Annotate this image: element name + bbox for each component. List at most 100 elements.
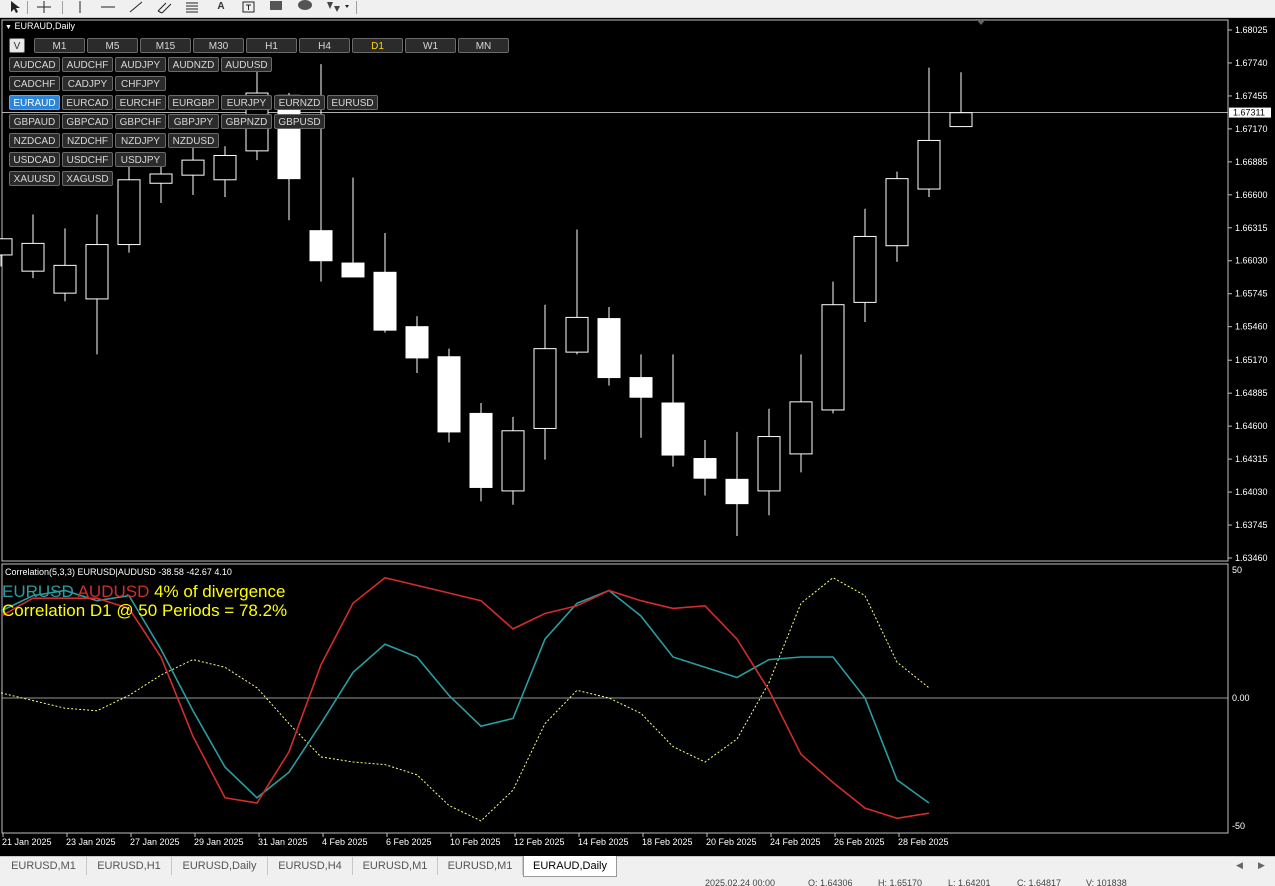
price-tick-label: 1.63745	[1235, 520, 1268, 530]
symbol-button-chfjpy[interactable]: CHFJPY	[115, 76, 166, 91]
candle[interactable]	[917, 67, 941, 198]
candle[interactable]	[693, 440, 717, 496]
chart-tab[interactable]: EURUSD,H1	[87, 857, 172, 875]
chart-tab[interactable]: EURUSD,M1	[353, 857, 438, 875]
candle[interactable]	[21, 214, 45, 279]
chart-tab[interactable]: EURUSD,M1	[438, 857, 523, 875]
symbol-button-audusd[interactable]: AUDUSD	[221, 57, 272, 72]
label-icon[interactable]	[241, 0, 257, 14]
candle[interactable]	[85, 214, 109, 355]
symbol-button-usdjpy[interactable]: USDJPY	[115, 152, 166, 167]
symbol-button-audjpy[interactable]: AUDJPY	[115, 57, 166, 72]
chart-tab[interactable]: EURAUD,Daily	[523, 856, 617, 877]
candle[interactable]	[149, 162, 173, 203]
symbol-button-audcad[interactable]: AUDCAD	[9, 57, 60, 72]
candle[interactable]	[501, 416, 525, 505]
chart-tab[interactable]: EURUSD,H4	[268, 857, 353, 875]
timeframe-button-m5[interactable]: M5	[87, 38, 138, 53]
trendline-icon[interactable]	[128, 0, 144, 14]
time-tick-label: 27 Jan 2025	[130, 837, 180, 847]
text-icon[interactable]: A	[214, 0, 228, 14]
eurusd-series	[0, 589, 930, 804]
tab-scroll-left-icon[interactable]: ◀	[1236, 860, 1243, 871]
symbol-button-eurusd[interactable]: EURUSD	[327, 95, 378, 110]
timeframe-button-mn[interactable]: MN	[458, 38, 509, 53]
symbol-button-eurchf[interactable]: EURCHF	[115, 95, 166, 110]
candle[interactable]	[373, 232, 397, 333]
symbol-button-gbpusd[interactable]: GBPUSD	[274, 114, 325, 129]
channel-icon[interactable]	[156, 0, 174, 14]
time-tick-label: 29 Jan 2025	[194, 837, 244, 847]
candle-body-bull	[949, 112, 973, 128]
symbol-button-eurgbp[interactable]: EURGBP	[168, 95, 219, 110]
candle[interactable]	[853, 208, 877, 323]
crosshair-icon[interactable]	[36, 0, 52, 14]
chart-tab[interactable]: EURUSD,Daily	[172, 857, 268, 875]
time-tick-label: 23 Jan 2025	[66, 837, 116, 847]
symbol-button-gbpaud[interactable]: GBPAUD	[9, 114, 60, 129]
candle[interactable]	[437, 348, 461, 443]
fibonacci-icon[interactable]	[184, 0, 202, 14]
arrows-icon[interactable]	[324, 0, 352, 14]
timeframe-button-m15[interactable]: M15	[140, 38, 191, 53]
timeframe-button-d1[interactable]: D1	[352, 38, 403, 53]
timeframe-button-m30[interactable]: M30	[193, 38, 244, 53]
symbol-button-xagusd[interactable]: XAGUSD	[62, 171, 113, 186]
symbol-button-nzdchf[interactable]: NZDCHF	[62, 133, 113, 148]
chart-tab[interactable]: EURUSD,M1	[1, 857, 87, 875]
symbol-button-nzdusd[interactable]: NZDUSD	[168, 133, 219, 148]
candle[interactable]	[885, 171, 909, 262]
candle[interactable]	[277, 93, 301, 221]
candle[interactable]	[469, 403, 493, 502]
symbol-button-nzdcad[interactable]: NZDCAD	[9, 133, 60, 148]
timeframe-button-h4[interactable]: H4	[299, 38, 350, 53]
symbol-button-usdchf[interactable]: USDCHF	[62, 152, 113, 167]
candle[interactable]	[533, 304, 557, 460]
chart-window[interactable]: 1.68025 1.67740 1.67455 1.67170 1.66885 1.666…	[0, 18, 1275, 856]
symbol-button-gbpjpy[interactable]: GBPJPY	[168, 114, 219, 129]
symbol-button-euraud[interactable]: EURAUD	[9, 95, 60, 110]
vertical-line-icon[interactable]	[74, 0, 86, 14]
symbol-button-cadchf[interactable]: CADCHF	[9, 76, 60, 91]
time-tick-label: 6 Feb 2025	[386, 837, 432, 847]
symbol-button-audnzd[interactable]: AUDNZD	[168, 57, 219, 72]
window-menu-icon[interactable]: ▼	[5, 24, 12, 31]
symbol-button-gbpnzd[interactable]: GBPNZD	[221, 114, 272, 129]
ellipse-icon[interactable]	[296, 0, 314, 14]
symbol-button-eurnzd[interactable]: EURNZD	[274, 95, 325, 110]
symbol-button-usdcad[interactable]: USDCAD	[9, 152, 60, 167]
timeframe-button-m1[interactable]: M1	[34, 38, 85, 53]
horizontal-line-icon[interactable]	[100, 0, 116, 14]
chart-shift-marker-icon[interactable]	[976, 19, 986, 25]
symbol-button-gbpcad[interactable]: GBPCAD	[62, 114, 113, 129]
candle[interactable]	[181, 146, 205, 195]
symbol-button-nzdjpy[interactable]: NZDJPY	[115, 133, 166, 148]
symbol-button-audchf[interactable]: AUDCHF	[62, 57, 113, 72]
candle[interactable]	[341, 177, 365, 278]
rectangle-icon[interactable]	[268, 0, 284, 14]
candle[interactable]	[405, 316, 429, 373]
symbol-button-xauusd[interactable]: XAUUSD	[9, 171, 60, 186]
candle[interactable]	[725, 431, 749, 537]
candle[interactable]	[53, 228, 77, 302]
timeframe-button-w1[interactable]: W1	[405, 38, 456, 53]
candle[interactable]	[661, 354, 685, 467]
candle[interactable]	[565, 229, 589, 355]
symbol-button-gbpchf[interactable]: GBPCHF	[115, 114, 166, 129]
tab-scroll-right-icon[interactable]: ▶	[1258, 860, 1265, 871]
candle[interactable]	[213, 146, 237, 198]
symbol-button-eurcad[interactable]: EURCAD	[62, 95, 113, 110]
candle[interactable]	[821, 281, 845, 414]
symbol-button-cadjpy[interactable]: CADJPY	[62, 76, 113, 91]
timeframe-button-h1[interactable]: H1	[246, 38, 297, 53]
v-toggle-button[interactable]: V	[9, 38, 25, 53]
symbol-button-eurjpy[interactable]: EURJPY	[221, 95, 272, 110]
candle[interactable]	[949, 72, 973, 128]
candle[interactable]	[789, 354, 813, 473]
candle[interactable]	[629, 354, 653, 438]
candle[interactable]	[597, 307, 621, 386]
price-tick-label: 1.65460	[1235, 322, 1268, 332]
candle[interactable]	[117, 165, 141, 253]
cursor-icon[interactable]	[8, 0, 22, 14]
candle[interactable]	[757, 408, 781, 516]
